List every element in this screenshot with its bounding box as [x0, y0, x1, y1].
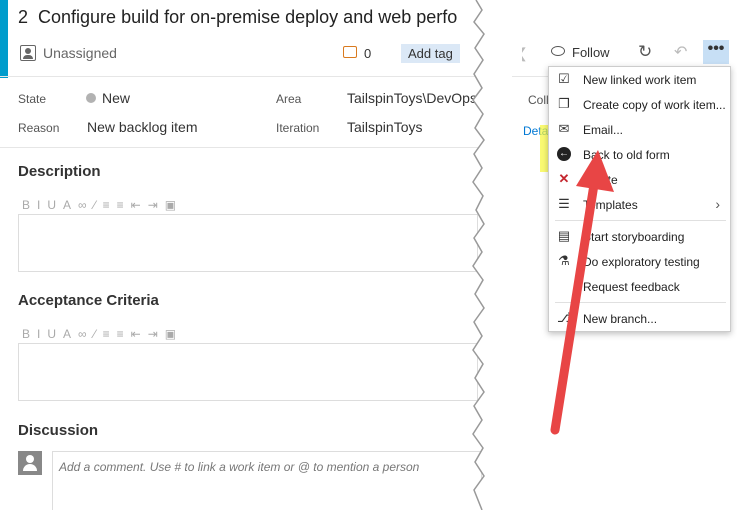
acceptance-criteria-editor[interactable] — [18, 343, 478, 401]
italic-icon[interactable]: I — [37, 198, 42, 212]
iteration-label: Iteration — [276, 121, 320, 135]
acceptance-rich-text-toolbar[interactable]: B I U A ∞ ⁄ ≡ ≡ ⇤ ⇥ ▣ — [22, 327, 252, 341]
outdent-icon[interactable]: ⇤ — [131, 198, 143, 212]
indent-icon[interactable]: ⇥ — [148, 198, 160, 212]
link-work-item-icon: ☑ — [558, 71, 570, 86]
outdent-icon[interactable]: ⇤ — [131, 327, 143, 341]
bold-icon[interactable]: B — [22, 198, 32, 212]
bullet-list-icon[interactable]: ≡ — [103, 198, 112, 212]
work-item-title[interactable]: 2 Configure build for on-premise deploy a… — [18, 7, 457, 28]
state-label: State — [18, 92, 47, 106]
menu-item-label: Create copy of work item... — [583, 98, 726, 112]
numbered-list-icon[interactable]: ≡ — [117, 327, 126, 341]
bold-icon[interactable]: B — [22, 327, 32, 341]
state-field[interactable]: New — [102, 90, 130, 106]
annotation-arrow — [550, 150, 614, 435]
more-actions-button[interactable]: ••• — [703, 40, 729, 64]
comment-placeholder: Add a comment. Use # to link a work item… — [59, 460, 420, 474]
menu-item-label: New linked work item — [583, 73, 697, 87]
underline-icon[interactable]: U — [47, 327, 58, 341]
state-indicator-icon — [86, 93, 96, 103]
link-icon[interactable]: ∞ — [78, 198, 89, 212]
user-icon — [20, 45, 36, 61]
indent-icon[interactable]: ⇥ — [148, 327, 160, 341]
right-header-divider — [512, 76, 552, 77]
reason-field[interactable]: New backlog item — [87, 119, 198, 135]
work-item-meta-row: Unassigned 0 Add tag — [18, 44, 478, 64]
reason-label: Reason — [18, 121, 60, 135]
chevron-right-icon: › — [715, 196, 720, 212]
description-rich-text-toolbar[interactable]: B I U A ∞ ⁄ ≡ ≡ ⇤ ⇥ ▣ — [22, 198, 252, 212]
numbered-list-icon[interactable]: ≡ — [117, 198, 126, 212]
work-item-toolbar: ❮ Follow ↻ ↶ ••• — [510, 40, 735, 64]
link-icon[interactable]: ∞ — [78, 327, 89, 341]
description-editor[interactable] — [18, 214, 478, 272]
menu-item-label: Email... — [583, 123, 624, 137]
work-item-id: 2 — [18, 7, 29, 27]
follow-button[interactable]: Follow — [572, 45, 610, 60]
underline-icon[interactable]: U — [47, 198, 58, 212]
right-pane-column-fragment: Coll — [528, 93, 549, 107]
comment-count: 0 — [364, 46, 372, 61]
fields-divider — [0, 147, 480, 148]
description-heading: Description — [18, 163, 101, 180]
email-icon: ✉ — [558, 121, 570, 136]
copy-icon: ❐ — [558, 96, 570, 111]
undo-icon[interactable]: ↶ — [674, 42, 687, 62]
comment-icon[interactable] — [343, 46, 357, 58]
acceptance-criteria-heading: Acceptance Criteria — [18, 292, 159, 309]
image-icon[interactable]: ▣ — [165, 198, 178, 212]
assignee-field[interactable]: Unassigned — [43, 45, 117, 61]
work-item-type-color-bar — [0, 0, 8, 78]
add-tag-button[interactable]: Add tag — [401, 44, 460, 63]
work-item-title-text[interactable]: Configure build for on-premise deploy an… — [38, 7, 457, 27]
menu-item-new-linked-work-item[interactable]: ☑ New linked work item — [549, 68, 730, 92]
area-field[interactable]: TailspinToys\DevOps — [347, 90, 477, 106]
comment-input[interactable]: Add a comment. Use # to link a work item… — [52, 451, 482, 510]
format-icon[interactable]: A — [63, 198, 73, 212]
eye-icon[interactable] — [551, 46, 565, 56]
header-divider — [0, 76, 480, 77]
discussion-heading: Discussion — [18, 422, 99, 439]
area-label: Area — [276, 92, 302, 106]
image-icon[interactable]: ▣ — [165, 327, 178, 341]
unlink-icon[interactable]: ⁄ — [94, 198, 98, 212]
format-icon[interactable]: A — [63, 327, 73, 341]
italic-icon[interactable]: I — [37, 327, 42, 341]
unlink-icon[interactable]: ⁄ — [94, 327, 98, 341]
refresh-icon[interactable]: ↻ — [638, 42, 652, 62]
menu-item-email[interactable]: ✉ Email... — [549, 118, 730, 142]
work-item-fields: State New Area TailspinToys\DevOps Reaso… — [18, 88, 478, 138]
menu-item-create-copy[interactable]: ❐ Create copy of work item... — [549, 93, 730, 117]
avatar — [18, 451, 42, 475]
iteration-field[interactable]: TailspinToys — [347, 119, 422, 135]
bullet-list-icon[interactable]: ≡ — [103, 327, 112, 341]
